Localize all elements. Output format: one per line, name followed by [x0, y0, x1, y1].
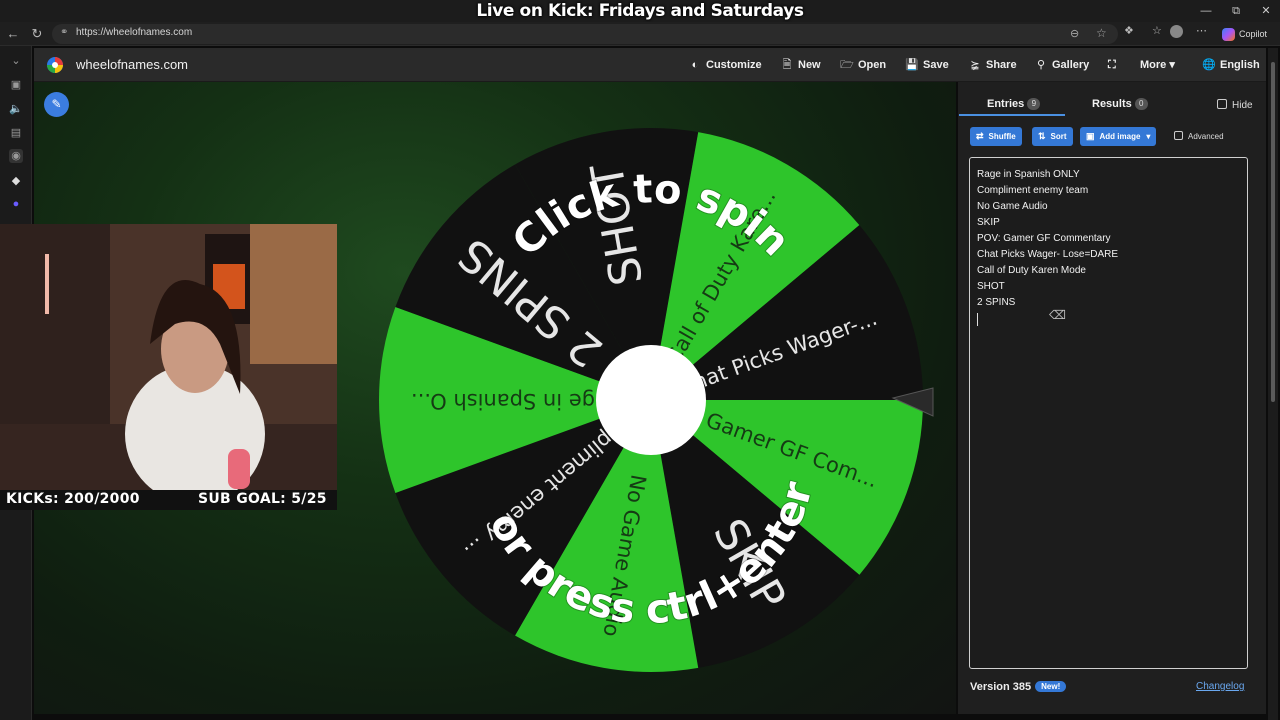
- kicks-counter: KICKs: 200/2000: [6, 491, 140, 507]
- extensions-icon[interactable]: ❖: [1124, 24, 1134, 37]
- wheel-segment-label: Rage in Spanish O...: [411, 389, 622, 413]
- tab-icon[interactable]: ▣: [9, 78, 23, 92]
- hide-checkbox[interactable]: Hide: [1217, 99, 1253, 111]
- pencil-icon: ✎: [51, 97, 62, 111]
- entry-list: Rage in Spanish ONLY Compliment enemy tea…: [977, 167, 1240, 311]
- entry-line: 2 SPINS: [977, 297, 1016, 308]
- profile-icon[interactable]: [1170, 25, 1183, 38]
- copilot-icon: [1222, 28, 1235, 42]
- diamond-icon[interactable]: ◆: [9, 174, 23, 188]
- entries-count-badge: 9: [1027, 98, 1041, 110]
- chevron-down-icon: ▾: [1169, 59, 1175, 71]
- fullscreen-icon[interactable]: ⛶: [1108, 56, 1116, 74]
- entry-line: SHOT: [977, 281, 1005, 292]
- reload-icon[interactable]: ↻: [29, 26, 45, 42]
- address-bar[interactable]: ⚭ https://wheelofnames.com ⊖ ☆: [52, 24, 1118, 44]
- checkbox-icon: [1217, 99, 1227, 109]
- entry-line: SKIP: [977, 217, 1000, 228]
- wheel-center[interactable]: [596, 345, 706, 455]
- add-image-button[interactable]: ▣ Add image ▾: [1080, 127, 1157, 146]
- tab-results[interactable]: Results 0: [1092, 98, 1148, 110]
- site-logo-text[interactable]: wheelofnames.com: [76, 57, 188, 72]
- shuffle-button[interactable]: ⇄ Shuffle: [970, 127, 1022, 146]
- share-icon: ⪶: [970, 59, 980, 71]
- page-scrollbar[interactable]: [1268, 48, 1278, 720]
- entry-line: No Game Audio: [977, 201, 1048, 212]
- entry-line: POV: Gamer GF Commentary: [977, 233, 1111, 244]
- image-icon: ▣: [1086, 131, 1095, 141]
- checkbox-icon: [1174, 131, 1183, 140]
- webcam-overlay: [0, 224, 337, 490]
- stream-overlay-title: Live on Kick: Fridays and Saturdays: [476, 1, 804, 21]
- sub-goal-counter: SUB GOAL: 5/25: [198, 491, 327, 507]
- screen: Live on Kick: Fridays and Saturdays — ⧉ …: [0, 0, 1280, 720]
- stream-goals-bar: KICKs: 200/2000 SUB GOAL: 5/25: [0, 490, 337, 510]
- collections-icon[interactable]: ☆: [1152, 24, 1162, 37]
- chevron-down-icon: ▾: [1146, 132, 1151, 141]
- wheelofnames-logo-icon[interactable]: [46, 56, 68, 74]
- scrollbar-thumb[interactable]: [1271, 62, 1275, 402]
- gallery-button[interactable]: ⚲ Gallery: [1034, 56, 1089, 74]
- edit-pencil-button[interactable]: ✎: [44, 92, 69, 117]
- customize-button[interactable]: ◐ Customize: [688, 56, 762, 74]
- version-label: Version 385 New!: [970, 681, 1067, 693]
- new-badge: New!: [1035, 681, 1067, 692]
- save-button[interactable]: 💾 Save: [905, 56, 949, 74]
- copilot-button[interactable]: Copilot: [1222, 26, 1267, 42]
- entries-textarea[interactable]: Rage in Spanish ONLY Compliment enemy tea…: [969, 157, 1248, 669]
- file-icon: 🗎: [782, 59, 792, 71]
- close-icon[interactable]: ✕: [1246, 0, 1280, 22]
- site-header: wheelofnames.com ◐ Customize 🗎 New 🗁 Open 💾…: [34, 48, 1266, 82]
- wheelofnames-tab-icon[interactable]: ◉: [9, 149, 23, 163]
- text-cursor-icon: ⌫: [1049, 308, 1066, 322]
- results-count-badge: 0: [1134, 98, 1148, 110]
- entry-line: Chat Picks Wager- Lose=DARE: [977, 249, 1119, 260]
- app-icon[interactable]: ●: [9, 197, 23, 211]
- search-icon: ⚲: [1036, 59, 1046, 71]
- active-tab-indicator: [959, 114, 1065, 116]
- text-caret: [977, 313, 978, 326]
- palette-icon: ◐: [691, 59, 699, 71]
- entry-line: Call of Duty Karen Mode: [977, 265, 1086, 276]
- window-icon[interactable]: ▤: [9, 126, 23, 140]
- spin-wheel[interactable]: SHOT Call of Duty Kare...Chat Picks Wager…: [360, 120, 940, 680]
- folder-icon: 🗁: [840, 59, 854, 71]
- window-titlebar: Live on Kick: Fridays and Saturdays — ⧉ …: [0, 0, 1280, 22]
- browser-toolbar: ← ↻ ⚭ https://wheelofnames.com ⊖ ☆ ❖ ☆ ⋯…: [0, 22, 1280, 46]
- webcam-feed: [0, 224, 337, 490]
- sort-button[interactable]: ⇅ Sort: [1032, 127, 1073, 146]
- chevron-down-icon[interactable]: ⌄: [9, 54, 23, 68]
- share-button[interactable]: ⪶ Share: [968, 56, 1016, 74]
- reader-icon[interactable]: ⊖: [1070, 27, 1079, 40]
- sort-icon: ⇅: [1038, 131, 1046, 141]
- new-button[interactable]: 🗎 New: [780, 56, 821, 74]
- entry-line: Compliment enemy team: [977, 185, 1089, 196]
- changelog-link[interactable]: Changelog: [1196, 681, 1244, 692]
- tab-entries[interactable]: Entries 9: [987, 98, 1041, 110]
- favorite-icon[interactable]: ☆: [1096, 26, 1107, 40]
- open-button[interactable]: 🗁 Open: [840, 56, 886, 74]
- globe-icon: 🌐: [1202, 59, 1216, 71]
- entry-line: Rage in Spanish ONLY: [977, 169, 1080, 180]
- more-button[interactable]: More ▾: [1140, 56, 1175, 74]
- more-icon[interactable]: ⋯: [1196, 24, 1207, 37]
- language-button[interactable]: 🌐 English: [1202, 56, 1260, 74]
- back-icon[interactable]: ←: [5, 26, 21, 42]
- speaker-icon[interactable]: 🔈: [9, 102, 23, 116]
- advanced-checkbox[interactable]: Advanced: [1174, 131, 1224, 141]
- lock-icon[interactable]: ⚭: [60, 27, 68, 38]
- entries-panel: Entries 9 Results 0 Hide ⇄ Shuffle ⇅ Sort ▣ A…: [958, 82, 1266, 714]
- save-icon: 💾: [905, 59, 919, 71]
- url-text: https://wheelofnames.com: [76, 27, 193, 38]
- shuffle-icon: ⇄: [976, 131, 984, 141]
